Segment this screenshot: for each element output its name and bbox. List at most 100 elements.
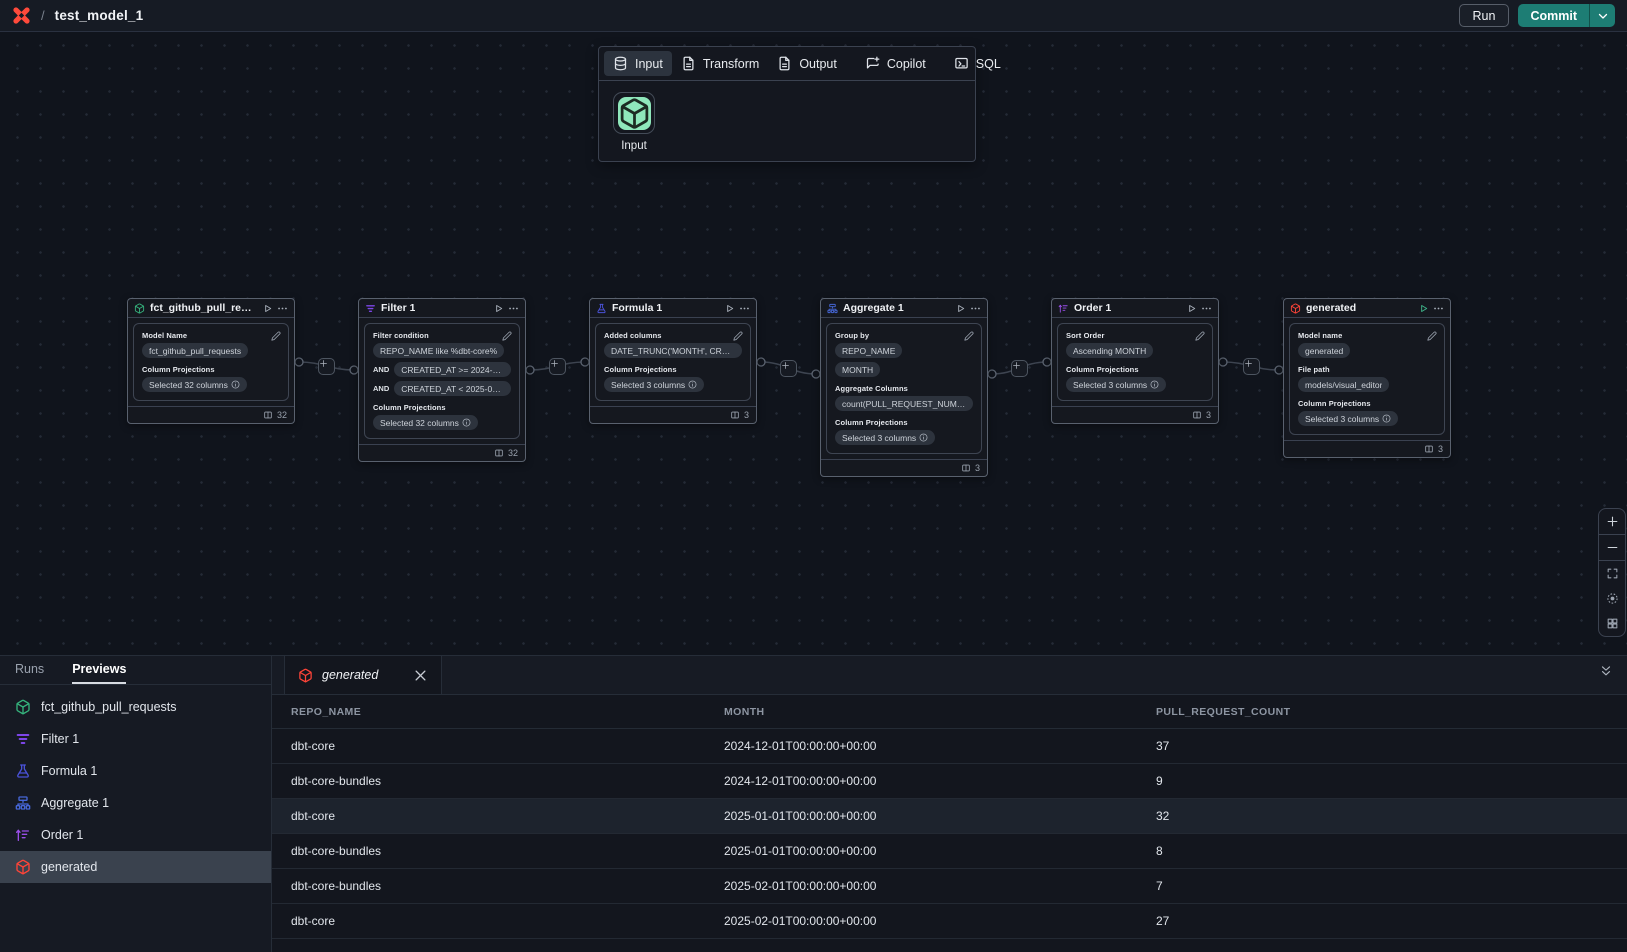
ellipsis-icon[interactable] — [1433, 303, 1444, 314]
cell-repo_name: dbt-core — [291, 739, 724, 753]
commit-button[interactable]: Commit — [1518, 4, 1589, 27]
minimap-button[interactable] — [1599, 611, 1625, 636]
pill[interactable]: Selected 32 columns — [142, 377, 247, 392]
node-order_1[interactable]: Order 1Sort OrderAscending MONTHColumn P… — [1051, 298, 1219, 424]
pill[interactable]: Selected 3 columns — [1066, 377, 1166, 392]
ellipsis-icon[interactable] — [508, 303, 519, 314]
node-formula_1[interactable]: Formula 1Added columnsDATE_TRUNC('MONTH'… — [589, 298, 757, 424]
sidebar-item-generated[interactable]: generated — [0, 851, 271, 883]
play-icon[interactable] — [955, 303, 966, 314]
collapse-panel-icon[interactable] — [1599, 664, 1613, 678]
pill[interactable]: Ascending MONTH — [1066, 343, 1153, 358]
node-header[interactable]: Order 1 — [1052, 299, 1218, 318]
node-header[interactable]: fct_github_pull_requests — [128, 299, 294, 318]
pill[interactable]: CREATED_AT >= 2024-12-01 — [394, 362, 511, 377]
pill[interactable]: Selected 3 columns — [1298, 411, 1398, 426]
cell-pull_request_count: 27 — [1156, 914, 1627, 928]
table-row[interactable]: dbt-core-bundles2025-02-01T00:00:00+00:0… — [272, 869, 1627, 904]
palette-item-tile[interactable] — [613, 92, 655, 134]
ellipsis-icon[interactable] — [1201, 303, 1212, 314]
pill[interactable]: CREATED_AT < 2025-03-01 — [394, 381, 511, 396]
sidebar-item-label: Formula 1 — [41, 764, 97, 778]
node-title: generated — [1306, 302, 1356, 314]
table-row[interactable]: dbt-core-bundles2024-12-01T00:00:00+00:0… — [272, 764, 1627, 799]
dbt-logo-icon[interactable] — [12, 6, 31, 25]
node-filter_1[interactable]: Filter 1Filter conditionREPO_NAME like %… — [358, 298, 526, 462]
columns-icon — [1192, 410, 1202, 420]
palette-tab-transform[interactable]: Transform — [672, 51, 769, 76]
node-header[interactable]: generated — [1284, 299, 1450, 318]
palette-item-input[interactable]: Input — [613, 92, 655, 152]
close-icon[interactable] — [413, 668, 428, 683]
palette-tab-sql[interactable]: SQL — [945, 51, 1010, 76]
sidebar-item-order-1[interactable]: Order 1 — [0, 819, 271, 851]
pencil-icon[interactable] — [964, 331, 974, 341]
pill[interactable]: MONTH — [835, 362, 880, 377]
ellipsis-icon[interactable] — [277, 303, 288, 314]
column-header-pull_request_count[interactable]: PULL_REQUEST_COUNT — [1156, 706, 1627, 718]
table-row[interactable]: dbt-core2024-12-01T00:00:00+00:0037 — [272, 729, 1627, 764]
pill[interactable]: Selected 32 columns — [373, 415, 478, 430]
pill[interactable]: Selected 3 columns — [604, 377, 704, 392]
ellipsis-icon[interactable] — [739, 303, 750, 314]
pill-prefix: AND — [373, 384, 389, 393]
node-aggregate_1[interactable]: Aggregate 1Group byREPO_NAMEMONTHAggrega… — [820, 298, 988, 477]
pill[interactable]: generated — [1298, 343, 1350, 358]
node-header[interactable]: Aggregate 1 — [821, 299, 987, 318]
pill[interactable]: fct_github_pull_requests — [142, 343, 248, 358]
column-header-repo_name[interactable]: REPO_NAME — [291, 706, 724, 718]
play-icon[interactable] — [493, 303, 504, 314]
node-header[interactable]: Filter 1 — [359, 299, 525, 318]
pencil-icon[interactable] — [271, 331, 281, 341]
pencil-icon[interactable] — [733, 331, 743, 341]
column-count: 32 — [277, 410, 287, 420]
table-row[interactable]: dbt-core2025-01-01T00:00:00+00:0032 — [272, 799, 1627, 834]
cube-icon — [134, 303, 145, 314]
file-icon — [681, 56, 696, 71]
play-icon[interactable] — [1186, 303, 1197, 314]
table-row[interactable]: dbt-core2025-02-01T00:00:00+00:0027 — [272, 904, 1627, 939]
recenter-button[interactable] — [1599, 586, 1625, 611]
sitemap-icon — [15, 795, 31, 811]
pill[interactable]: models/visual_editor — [1298, 377, 1389, 392]
sidebar-item-formula-1[interactable]: Formula 1 — [0, 755, 271, 787]
node-generated[interactable]: generatedModel namegeneratedFile pathmod… — [1283, 298, 1451, 458]
zoom-in-button[interactable] — [1599, 509, 1625, 534]
run-button[interactable]: Run — [1459, 4, 1510, 27]
table-row[interactable]: dbt-core-bundles2025-01-01T00:00:00+00:0… — [272, 834, 1627, 869]
play-icon[interactable] — [724, 303, 735, 314]
pencil-icon[interactable] — [502, 331, 512, 341]
tab-runs[interactable]: Runs — [15, 656, 44, 684]
node-title: Aggregate 1 — [843, 302, 904, 314]
pill[interactable]: Selected 3 columns — [835, 430, 935, 445]
column-header-month[interactable]: MONTH — [724, 706, 1156, 718]
commit-dropdown-button[interactable] — [1589, 4, 1615, 27]
sidebar-item-fct-github-pull-requests[interactable]: fct_github_pull_requests — [0, 691, 271, 723]
sidebar-item-filter-1[interactable]: Filter 1 — [0, 723, 271, 755]
palette-tab-output[interactable]: Output — [768, 51, 846, 76]
add-node-button[interactable] — [549, 358, 566, 375]
add-node-button[interactable] — [1243, 358, 1260, 375]
pill[interactable]: count(PULL_REQUEST_NUMBER) as ... — [835, 396, 973, 411]
pencil-icon[interactable] — [1195, 331, 1205, 341]
add-node-button[interactable] — [1011, 360, 1028, 377]
node-header[interactable]: Formula 1 — [590, 299, 756, 318]
zoom-out-button[interactable] — [1599, 535, 1625, 560]
palette-tab-input[interactable]: Input — [604, 51, 672, 76]
preview-tab-generated[interactable]: generated — [284, 656, 442, 694]
palette-tab-copilot[interactable]: Copilot — [856, 51, 935, 76]
pencil-icon[interactable] — [1427, 331, 1437, 341]
tab-previews[interactable]: Previews — [72, 656, 126, 684]
pill[interactable]: REPO_NAME like %dbt-core% — [373, 343, 504, 358]
play-icon[interactable] — [262, 303, 273, 314]
editor-canvas[interactable]: fct_github_pull_requestsModel Namefct_gi… — [0, 32, 1627, 655]
sidebar-item-aggregate-1[interactable]: Aggregate 1 — [0, 787, 271, 819]
play-icon[interactable] — [1418, 303, 1429, 314]
fit-view-button[interactable] — [1599, 561, 1625, 586]
add-node-button[interactable] — [780, 360, 797, 377]
add-node-button[interactable] — [318, 358, 335, 375]
pill[interactable]: REPO_NAME — [835, 343, 902, 358]
pill[interactable]: DATE_TRUNC('MONTH', CREATED_AT... — [604, 343, 742, 358]
ellipsis-icon[interactable] — [970, 303, 981, 314]
node-fct_github_pull_requests[interactable]: fct_github_pull_requestsModel Namefct_gi… — [127, 298, 295, 424]
